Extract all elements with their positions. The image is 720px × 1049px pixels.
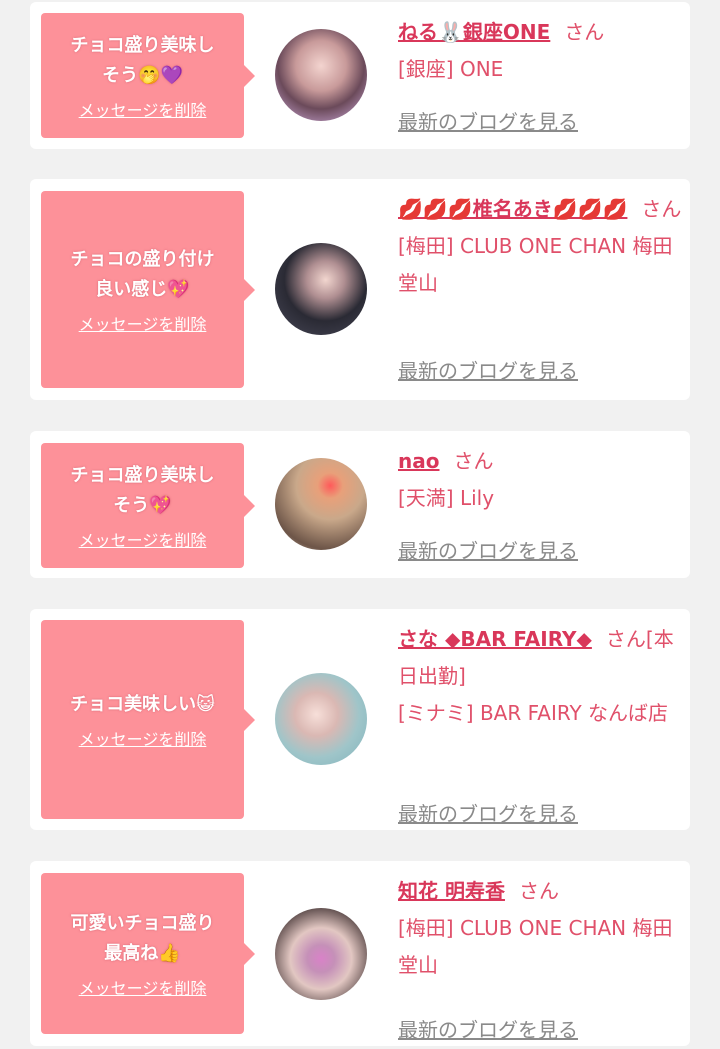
name-line: さな ◆BAR FAIRY◆ さん[本日出勤] (398, 621, 683, 695)
delete-message-link[interactable]: メッセージを削除 (79, 97, 207, 121)
latest-blog-link[interactable]: 最新のブログを見る (398, 106, 578, 135)
honorific: さん (453, 449, 494, 473)
delete-message-link[interactable]: メッセージを削除 (79, 311, 207, 335)
honorific: さん (641, 197, 682, 221)
avatar[interactable] (275, 243, 367, 335)
shop-label: [梅田] CLUB ONE CHAN 梅田堂山 (398, 234, 673, 295)
shop-label: [梅田] CLUB ONE CHAN 梅田堂山 (398, 916, 673, 977)
profile-info: nao さん [天満] Lily 最新のブログを見る (398, 443, 683, 563)
avatar[interactable] (275, 29, 367, 121)
profile-info: 💋💋💋椎名あき💋💋💋 さん [梅田] CLUB ONE CHAN 梅田堂山 最新の… (398, 191, 683, 383)
name-line: nao さん (398, 443, 683, 480)
message-bubble: チョコ盛り美味し そう💖 メッセージを削除 (41, 443, 255, 568)
honorific: さん (564, 20, 605, 44)
shop-label: [天満] Lily (398, 486, 495, 510)
message-bubble: 可愛いチョコ盛り 最高ね👍 メッセージを削除 (41, 873, 255, 1034)
honorific: さん (518, 879, 559, 903)
delete-message-link[interactable]: メッセージを削除 (79, 975, 207, 999)
message-list: チョコ盛り美味し そう🤭💜 メッセージを削除 ねる🐰銀座ONE さん [銀座] O… (0, 0, 720, 1049)
avatar[interactable] (275, 458, 367, 550)
profile-info: さな ◆BAR FAIRY◆ さん[本日出勤] [ミナミ] BAR FAIRY な… (398, 621, 683, 826)
delete-message-link[interactable]: メッセージを削除 (79, 527, 207, 551)
message-card: チョコ美味しい😺 メッセージを削除 さな ◆BAR FAIRY◆ さん[本日出勤]… (30, 609, 690, 830)
cast-name-link[interactable]: 💋💋💋椎名あき💋💋💋 (398, 197, 627, 221)
shop-label: [銀座] ONE (398, 57, 504, 81)
message-card: チョコ盛り美味し そう🤭💜 メッセージを削除 ねる🐰銀座ONE さん [銀座] O… (30, 2, 690, 149)
latest-blog-link[interactable]: 最新のブログを見る (398, 798, 578, 827)
shop-label: [ミナミ] BAR FAIRY なんば店 (398, 701, 669, 725)
latest-blog-link[interactable]: 最新のブログを見る (398, 535, 578, 564)
avatar[interactable] (275, 908, 367, 1000)
name-line: 知花 明寿香 さん (398, 873, 683, 910)
latest-blog-link[interactable]: 最新のブログを見る (398, 355, 578, 384)
cast-name-link[interactable]: 知花 明寿香 (398, 879, 505, 903)
profile-info: ねる🐰銀座ONE さん [銀座] ONE 最新のブログを見る (398, 14, 683, 134)
delete-message-link[interactable]: メッセージを削除 (79, 726, 207, 750)
message-bubble: チョコの盛り付け 良い感じ💖 メッセージを削除 (41, 191, 255, 388)
message-text: チョコ美味しい😺 (70, 693, 215, 715)
message-card: チョコ盛り美味し そう💖 メッセージを削除 nao さん [天満] Lily 最新… (30, 431, 690, 578)
cast-name-link[interactable]: nao (398, 449, 439, 473)
message-bubble: チョコ盛り美味し そう🤭💜 メッセージを削除 (41, 13, 255, 138)
message-text: チョコ盛り美味し そう🤭💜 (70, 34, 215, 86)
message-text: 可愛いチョコ盛り 最高ね👍 (70, 912, 215, 964)
name-line: ねる🐰銀座ONE さん (398, 14, 683, 51)
name-line: 💋💋💋椎名あき💋💋💋 さん (398, 191, 683, 228)
message-card: 可愛いチョコ盛り 最高ね👍 メッセージを削除 知花 明寿香 さん [梅田] CLU… (30, 861, 690, 1046)
message-text: チョコの盛り付け 良い感じ💖 (70, 248, 215, 300)
message-bubble: チョコ美味しい😺 メッセージを削除 (41, 620, 255, 819)
avatar[interactable] (275, 673, 367, 765)
message-text: チョコ盛り美味し そう💖 (70, 464, 215, 516)
latest-blog-link[interactable]: 最新のブログを見る (398, 1014, 578, 1043)
profile-info: 知花 明寿香 さん [梅田] CLUB ONE CHAN 梅田堂山 最新のブログを… (398, 873, 683, 1042)
message-card: チョコの盛り付け 良い感じ💖 メッセージを削除 💋💋💋椎名あき💋💋💋 さん [梅田… (30, 179, 690, 400)
cast-name-link[interactable]: さな ◆BAR FAIRY◆ (398, 627, 592, 651)
cast-name-link[interactable]: ねる🐰銀座ONE (398, 20, 550, 44)
